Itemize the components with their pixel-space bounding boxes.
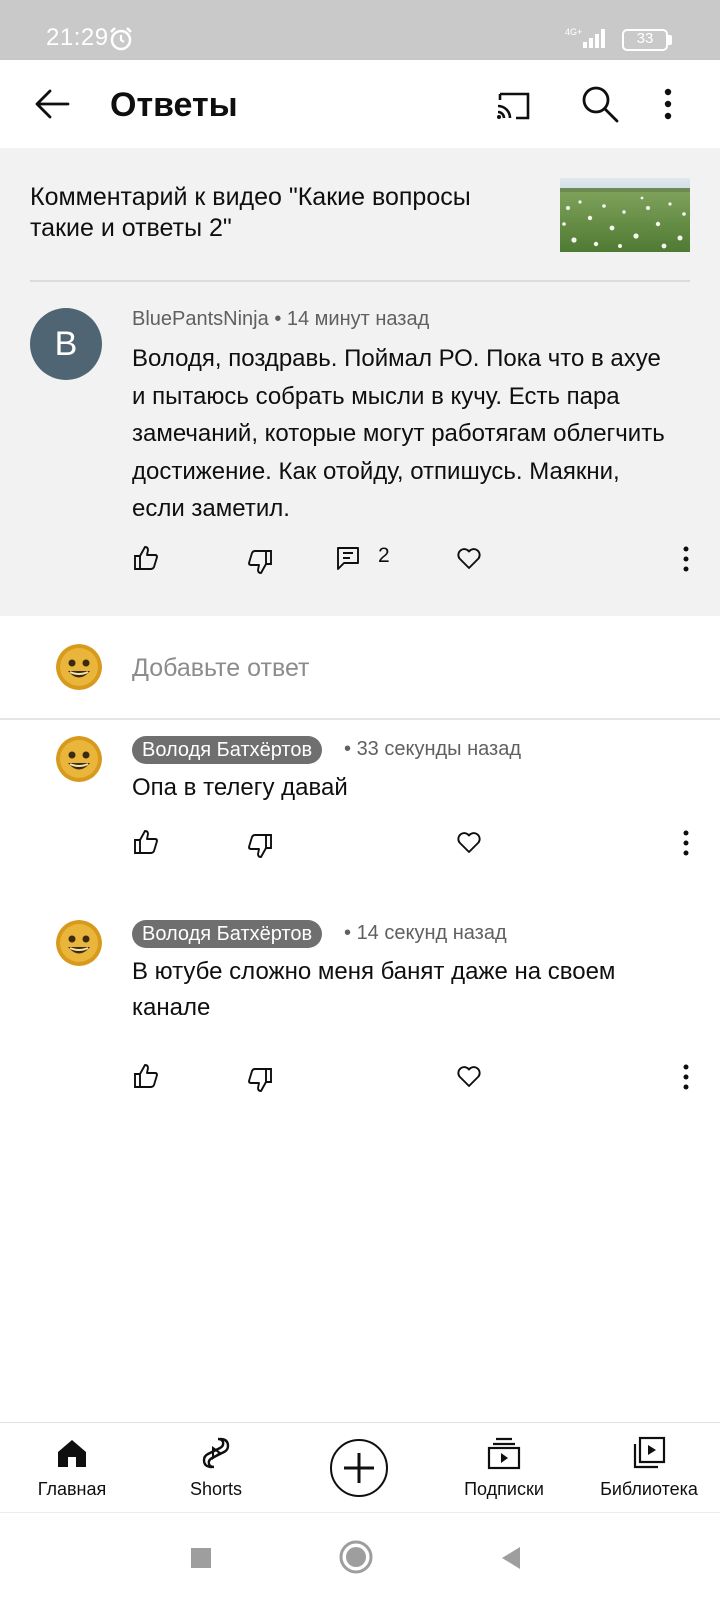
- system-nav-bar: [0, 1512, 720, 1600]
- reply-avatar[interactable]: [56, 920, 102, 966]
- battery-icon: 33: [622, 29, 668, 51]
- my-avatar: [56, 644, 102, 690]
- app-bar: Ответы: [0, 60, 720, 148]
- home-icon: [58, 1440, 86, 1467]
- like-button[interactable]: [132, 1062, 160, 1090]
- like-button[interactable]: [132, 828, 160, 856]
- subscriptions-icon: [487, 1437, 521, 1470]
- add-reply-input[interactable]: Добавьте ответ: [132, 654, 309, 683]
- comment-author[interactable]: BluePantsNinja: [132, 308, 269, 330]
- nav-subscriptions-label: Подписки: [464, 1479, 544, 1499]
- nav-home-label: Главная: [37, 1479, 107, 1499]
- shorts-icon: [202, 1437, 230, 1469]
- battery-level: 33: [636, 30, 654, 47]
- heart-button[interactable]: [455, 544, 483, 572]
- reply-time: • 14 секунд назад: [344, 922, 507, 944]
- plus-icon: [343, 1452, 374, 1483]
- avatar[interactable]: B: [30, 308, 102, 380]
- battery-tip: [668, 35, 672, 45]
- back-arrow-icon[interactable]: [30, 82, 74, 126]
- reply-actions: [0, 828, 720, 868]
- heart-icon: [457, 1066, 481, 1087]
- thumb-up-icon: [134, 546, 158, 570]
- comment-actions: 2: [0, 544, 720, 584]
- reply-author-chip[interactable]: Володя Батхёртов: [132, 920, 323, 948]
- header-divider: [30, 280, 690, 282]
- comment-text: Володя, поздравь. Поймал РО. Пока что в …: [132, 345, 665, 522]
- svg-text:4G+: 4G+: [565, 27, 582, 37]
- reply-more-icon[interactable]: [677, 828, 695, 858]
- search-icon[interactable]: [578, 82, 622, 126]
- comment-header-block: Комментарий к видео "Какие вопросы такие…: [0, 148, 720, 616]
- replies-button[interactable]: [334, 544, 362, 572]
- heart-icon: [457, 548, 481, 569]
- comment-more-icon[interactable]: [677, 544, 695, 574]
- reply-avatar[interactable]: [56, 736, 102, 782]
- cast-icon[interactable]: [492, 84, 536, 128]
- like-button[interactable]: [132, 544, 160, 572]
- reply-count: 2: [378, 544, 390, 567]
- reply-time-value: 33 секунды назад: [356, 738, 522, 760]
- reply-text: В ютубе сложно меня банят даже на своем …: [132, 958, 616, 1021]
- reply-time-value: 14 секунд назад: [356, 922, 507, 944]
- comment-meta: BluePantsNinja • 14 минут назад: [132, 308, 429, 331]
- heart-button[interactable]: [455, 828, 483, 856]
- comment-time: 14 минут назад: [286, 308, 430, 330]
- more-vert-icon[interactable]: [658, 82, 678, 126]
- add-reply-row[interactable]: Добавьте ответ: [0, 616, 720, 720]
- thumb-up-icon: [134, 830, 158, 854]
- recents-square-icon[interactable]: [186, 1543, 216, 1573]
- dislike-button[interactable]: [246, 832, 274, 860]
- signal-icon: 4G+: [565, 27, 605, 48]
- home-circle-icon[interactable]: [338, 1539, 374, 1575]
- reply-text: Опа в телегу давай: [132, 774, 348, 801]
- dislike-button[interactable]: [246, 1066, 274, 1094]
- nav-library[interactable]: Библиотека: [584, 1423, 714, 1513]
- back-triangle-icon[interactable]: [496, 1543, 526, 1573]
- meta-separator: •: [274, 308, 287, 330]
- reply-actions: [0, 1062, 720, 1102]
- dislike-button[interactable]: [246, 548, 274, 576]
- reply-time: • 33 секунды назад: [344, 738, 522, 760]
- heart-icon: [457, 832, 481, 853]
- page-title: Ответы: [110, 86, 238, 124]
- nav-shorts-label: Shorts: [189, 1479, 243, 1499]
- reply-comment-icon: [337, 547, 359, 570]
- nav-subscriptions[interactable]: Подписки: [446, 1423, 562, 1513]
- thumb-down-icon: [248, 834, 272, 858]
- create-button[interactable]: [330, 1439, 388, 1497]
- thumb-up-icon: [134, 1064, 158, 1088]
- video-title[interactable]: Комментарий к видео "Какие вопросы такие…: [30, 182, 530, 244]
- status-bar: 21:29 4G+ 33: [0, 0, 720, 60]
- nav-shorts[interactable]: Shorts: [158, 1423, 274, 1513]
- status-time: 21:29: [46, 24, 109, 51]
- nav-home[interactable]: Главная: [14, 1423, 130, 1513]
- nav-library-label: Библиотека: [600, 1479, 698, 1499]
- reply-author-chip[interactable]: Володя Батхёртов: [132, 736, 323, 764]
- heart-button[interactable]: [455, 1062, 483, 1090]
- library-icon: [633, 1436, 666, 1469]
- alarm-icon: [110, 27, 132, 51]
- video-thumbnail[interactable]: [560, 178, 690, 252]
- thumb-down-icon: [248, 550, 272, 574]
- bottom-nav: Главная Shorts Подписки Библиотека: [0, 1422, 720, 1512]
- reply-more-icon[interactable]: [677, 1062, 695, 1092]
- thumb-down-icon: [248, 1068, 272, 1092]
